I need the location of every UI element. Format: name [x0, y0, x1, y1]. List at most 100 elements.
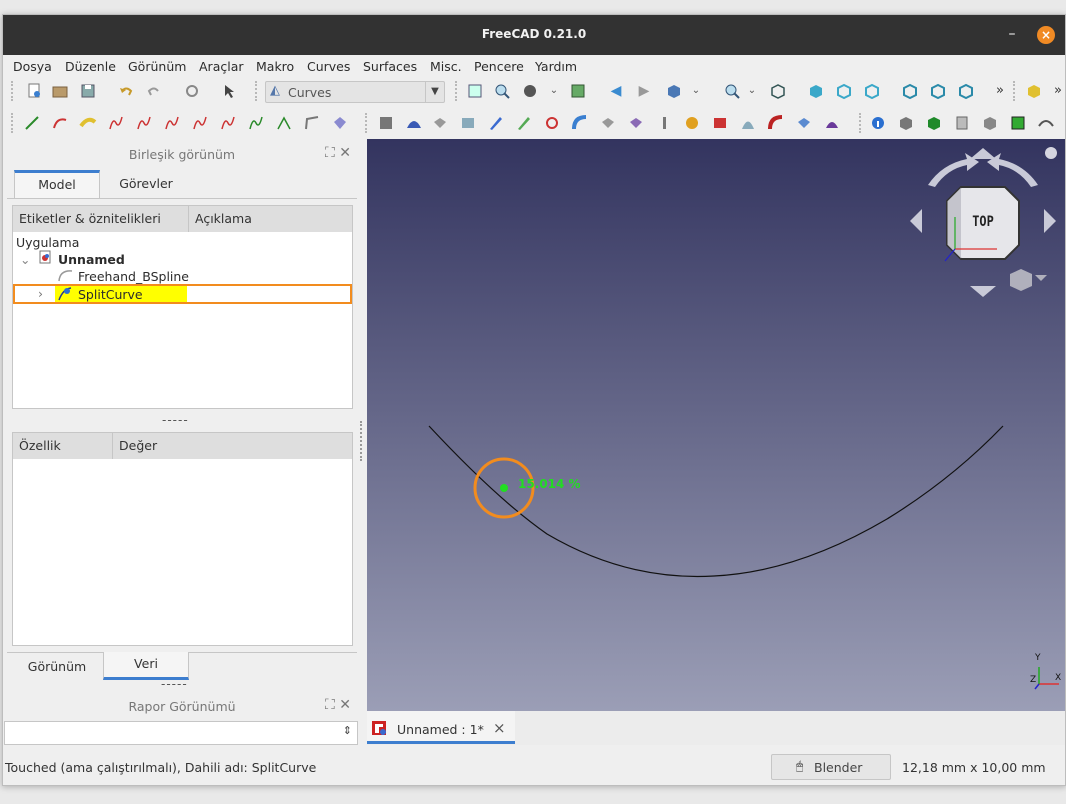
- toolbar-grip[interactable]: [365, 113, 371, 133]
- bounding-box-icon[interactable]: [569, 82, 587, 100]
- zoom-icon[interactable]: [493, 82, 511, 100]
- property-header-name[interactable]: Özellik: [13, 433, 113, 459]
- refresh-icon[interactable]: [183, 82, 201, 100]
- tree-item-splitcurve[interactable]: SplitCurve: [78, 287, 143, 302]
- minimize-button[interactable]: –: [1003, 25, 1021, 43]
- surface-tool-icon[interactable]: [377, 114, 395, 132]
- scroll-spinner-icon[interactable]: ⇕: [343, 724, 352, 737]
- box-tool-icon[interactable]: [953, 114, 971, 132]
- toolbar-grip[interactable]: [1013, 81, 1019, 101]
- toolbar-grip[interactable]: [255, 81, 261, 101]
- bspline-tool-icon[interactable]: [163, 114, 181, 132]
- workbench-selector[interactable]: ◭ Curves ▼: [265, 81, 445, 103]
- top-view-icon[interactable]: [835, 82, 853, 100]
- surface-tool-icon[interactable]: [823, 114, 841, 132]
- menu-araclar[interactable]: Araçlar: [199, 59, 244, 74]
- float-panel-icon[interactable]: ⛶: [325, 145, 335, 161]
- line-tool-icon[interactable]: [23, 114, 41, 132]
- property-view[interactable]: Özellik Değer: [12, 432, 353, 646]
- new-document-icon[interactable]: [25, 82, 43, 100]
- menu-yardim[interactable]: Yardım: [535, 59, 577, 74]
- navigation-style-button[interactable]: 🖱 Blender: [771, 754, 891, 780]
- fit-all-icon[interactable]: [466, 82, 484, 100]
- surface-tool-icon[interactable]: [515, 114, 533, 132]
- part-design-icon[interactable]: [1025, 82, 1043, 100]
- sphere-tool-icon[interactable]: [683, 114, 701, 132]
- axonometric-view-icon[interactable]: [769, 82, 787, 100]
- tab-gorunum[interactable]: Görünüm: [14, 659, 100, 674]
- undo-icon[interactable]: [117, 82, 135, 100]
- menu-gorunum[interactable]: Görünüm: [128, 59, 186, 74]
- split-curve-tool-icon[interactable]: [275, 114, 293, 132]
- rear-view-icon[interactable]: [901, 82, 919, 100]
- property-header-value[interactable]: Değer: [113, 433, 352, 459]
- close-button[interactable]: ×: [1037, 26, 1055, 44]
- tree-view[interactable]: Etiketler & öznitelikleri Açıklama Uygul…: [12, 205, 353, 409]
- splitter-handle[interactable]: -----: [161, 677, 188, 691]
- chevron-down-icon[interactable]: ⌄: [20, 252, 30, 267]
- zoom-fit-icon[interactable]: [723, 82, 741, 100]
- std-view-box-icon[interactable]: [665, 82, 683, 100]
- bottom-view-icon[interactable]: [929, 82, 947, 100]
- navcube-top-label[interactable]: TOP: [968, 214, 999, 230]
- bspline-tool-icon[interactable]: [135, 114, 153, 132]
- surface-tool-icon[interactable]: [1037, 114, 1055, 132]
- save-icon[interactable]: [79, 82, 97, 100]
- toolbar-grip[interactable]: [11, 81, 17, 101]
- surface-tool-icon[interactable]: [487, 114, 505, 132]
- open-folder-icon[interactable]: [51, 82, 69, 100]
- vertical-splitter[interactable]: [360, 421, 364, 461]
- draw-style-icon[interactable]: [521, 82, 539, 100]
- surface-tool-icon[interactable]: [599, 114, 617, 132]
- close-tab-icon[interactable]: ×: [493, 719, 506, 737]
- curve-tool-icon[interactable]: [303, 114, 321, 132]
- toolbar-grip[interactable]: [859, 113, 865, 133]
- info-icon[interactable]: [869, 114, 887, 132]
- surface-tool-icon[interactable]: [431, 114, 449, 132]
- chevron-down-icon[interactable]: ⌄: [747, 82, 757, 100]
- tree-root[interactable]: Uygulama: [16, 235, 79, 250]
- surface-tool-icon[interactable]: [571, 114, 589, 132]
- tab-veri[interactable]: Veri: [103, 652, 189, 680]
- surface-tool-icon[interactable]: [739, 114, 757, 132]
- chevron-down-icon[interactable]: ⌄: [691, 82, 701, 100]
- arc-tool-icon[interactable]: [51, 114, 69, 132]
- tree-item-freehand-bspline[interactable]: Freehand_BSpline: [78, 269, 189, 284]
- surface-tool-icon[interactable]: [711, 114, 729, 132]
- float-panel-icon[interactable]: ⛶: [325, 697, 335, 713]
- tree-header-labels[interactable]: Etiketler & öznitelikleri: [13, 206, 189, 232]
- curve-tool-icon[interactable]: [79, 114, 97, 132]
- bspline-tool-icon[interactable]: [107, 114, 125, 132]
- menu-dosya[interactable]: Dosya: [13, 59, 52, 74]
- chevron-down-icon[interactable]: ⌄: [549, 82, 559, 100]
- box-tool-icon[interactable]: [925, 114, 943, 132]
- forward-arrow-icon[interactable]: ▶: [635, 82, 653, 100]
- menu-misc[interactable]: Misc.: [430, 59, 462, 74]
- menu-duzenle[interactable]: Düzenle: [65, 59, 116, 74]
- surface-tool-icon[interactable]: [459, 114, 477, 132]
- shape-tool-icon[interactable]: [331, 114, 349, 132]
- document-tab[interactable]: Unnamed : 1* ×: [367, 711, 515, 744]
- close-panel-icon[interactable]: ✕: [339, 697, 351, 713]
- surface-tool-icon[interactable]: [627, 114, 645, 132]
- 3d-viewport[interactable]: 15.014 % TOP Y Z X: [367, 139, 1065, 711]
- tab-gorevler[interactable]: Görevler: [103, 175, 189, 193]
- bspline-tool-icon[interactable]: [247, 114, 265, 132]
- redo-icon[interactable]: [145, 82, 163, 100]
- tree-document-name[interactable]: Unnamed: [58, 252, 125, 267]
- chevron-right-icon[interactable]: ›: [38, 286, 43, 301]
- front-view-icon[interactable]: [807, 82, 825, 100]
- toolbar-overflow-button[interactable]: »: [1049, 82, 1065, 100]
- whats-this-icon[interactable]: [221, 82, 239, 100]
- left-view-icon[interactable]: [957, 82, 975, 100]
- menu-makro[interactable]: Makro: [256, 59, 294, 74]
- bspline-tool-icon[interactable]: [191, 114, 209, 132]
- report-view-output[interactable]: ⇕: [4, 721, 358, 745]
- tab-model[interactable]: Model: [14, 170, 100, 198]
- back-arrow-icon[interactable]: ◀: [607, 82, 625, 100]
- toolbar-overflow-button[interactable]: »: [991, 82, 1009, 100]
- box-tool-icon[interactable]: [897, 114, 915, 132]
- surface-tool-icon[interactable]: [543, 114, 561, 132]
- surface-tool-icon[interactable]: [405, 114, 423, 132]
- toolbar-grip[interactable]: [11, 113, 17, 133]
